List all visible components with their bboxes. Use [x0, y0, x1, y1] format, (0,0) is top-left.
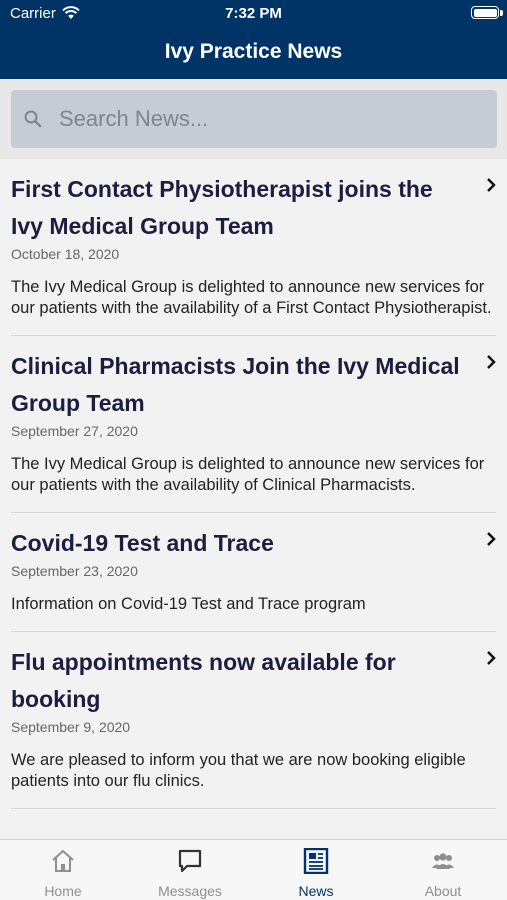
- news-title: First Contact Physiotherapist joins the …: [11, 176, 433, 239]
- chevron-right-icon: [487, 532, 496, 546]
- news-date: September 27, 2020: [11, 423, 138, 439]
- news-item[interactable]: Clinical Pharmacists Join the Ivy Medica…: [11, 336, 496, 513]
- chat-icon: [178, 849, 202, 873]
- tab-bar: Home Messages News About: [0, 839, 507, 900]
- news-date: September 23, 2020: [11, 563, 138, 579]
- tab-label: News: [298, 883, 334, 899]
- navigation-bar: Carrier 7:32 PM Ivy Practice News: [0, 0, 507, 79]
- status-bar: Carrier 7:32 PM: [0, 0, 507, 28]
- tab-label: Messages: [158, 883, 222, 899]
- news-item[interactable]: Covid-19 Test and Trace September 23, 20…: [11, 513, 496, 632]
- news-summary: The Ivy Medical Group is delighted to an…: [11, 278, 492, 317]
- newspaper-icon: [303, 848, 329, 874]
- search-bar-container: [0, 79, 507, 159]
- search-bar[interactable]: [11, 90, 497, 148]
- chevron-right-icon: [487, 651, 496, 665]
- battery-icon: [471, 6, 499, 19]
- news-title: Clinical Pharmacists Join the Ivy Medica…: [11, 353, 460, 416]
- battery-cap: [500, 10, 503, 16]
- tab-news[interactable]: News: [253, 840, 379, 900]
- chevron-right-icon: [487, 178, 496, 192]
- tab-home[interactable]: Home: [0, 840, 126, 900]
- tab-messages[interactable]: Messages: [127, 840, 253, 900]
- news-summary: Information on Covid-19 Test and Trace p…: [11, 595, 366, 613]
- home-icon: [52, 850, 74, 872]
- news-date: October 18, 2020: [11, 246, 120, 262]
- search-icon: [24, 110, 42, 128]
- news-item[interactable]: First Contact Physiotherapist joins the …: [11, 159, 496, 336]
- news-summary: We are pleased to inform you that we are…: [11, 751, 466, 790]
- page-title: Ivy Practice News: [164, 40, 343, 63]
- news-title: Flu appointments now available for booki…: [11, 649, 396, 712]
- tab-label: About: [424, 883, 462, 899]
- news-title: Covid-19 Test and Trace: [11, 530, 274, 556]
- tab-about[interactable]: About: [380, 840, 506, 900]
- status-time: 7:32 PM: [225, 5, 282, 22]
- tab-label: Home: [44, 883, 82, 899]
- people-icon: [432, 853, 454, 869]
- news-summary: The Ivy Medical Group is delighted to an…: [11, 455, 485, 494]
- news-list: First Contact Physiotherapist joins the …: [0, 159, 507, 839]
- search-input[interactable]: [59, 90, 479, 148]
- news-item[interactable]: Flu appointments now available for booki…: [11, 632, 496, 809]
- news-date: September 9, 2020: [11, 719, 131, 735]
- chevron-right-icon: [487, 355, 496, 369]
